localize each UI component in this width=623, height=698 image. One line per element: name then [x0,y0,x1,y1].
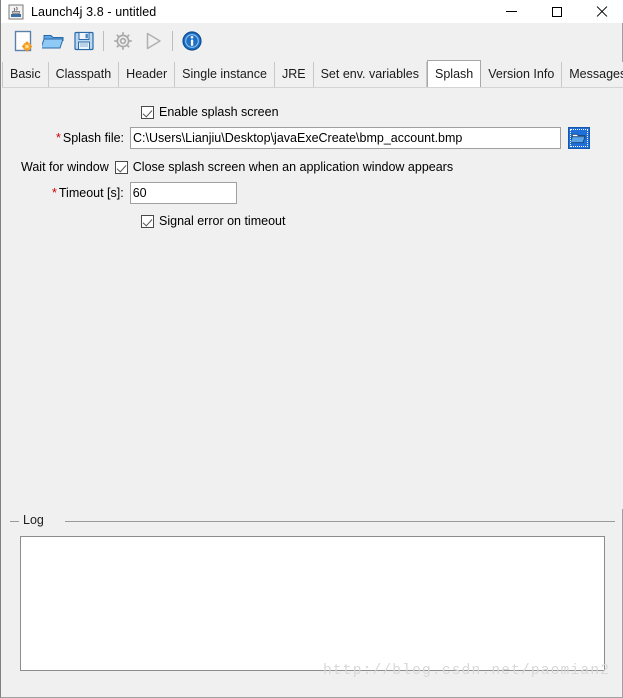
open-folder-icon [42,35,64,49]
signal-error-label: Signal error on timeout [159,214,286,228]
enable-splash-label: Enable splash screen [159,105,279,119]
enable-splash-checkbox[interactable] [141,105,154,119]
build-wrapper-button[interactable] [108,26,138,56]
tab-set-env-variables[interactable]: Set env. variables [313,62,428,87]
open-file-button[interactable] [39,26,69,56]
tab-splash[interactable]: Splash [427,60,482,87]
maximize-icon [551,6,562,17]
maximize-button[interactable] [534,0,579,23]
close-button[interactable] [579,0,623,23]
run-button[interactable] [138,26,168,56]
save-disk-icon [74,31,94,51]
play-triangle-icon [146,32,161,50]
tab-header[interactable]: Header [119,62,176,87]
timeout-input[interactable]: 60 [129,182,237,204]
window-controls [489,0,623,23]
tab-version-info[interactable]: Version Info [481,62,563,87]
timeout-required-marker: * [52,186,57,200]
timeout-row: * Timeout [s]: 60 [52,182,237,204]
log-legend: Log [19,513,48,527]
minimize-button[interactable] [489,0,534,23]
open-folder-icon [571,133,586,144]
save-file-button[interactable] [69,26,99,56]
tab-jre[interactable]: JRE [274,62,314,87]
info-button[interactable] [177,26,207,56]
timeout-label: Timeout [s]: [58,186,124,200]
tab-messages[interactable]: Messages [562,62,623,87]
title-bar: Launch4j 3.8 - untitled [1,0,623,23]
close-icon [596,6,608,18]
splash-file-browse-button[interactable] [568,127,591,149]
tab-single-instance[interactable]: Single instance [175,62,275,87]
log-border-right [65,521,615,522]
launch4j-window: Launch4j 3.8 - untitled Basic Classpath … [0,0,623,698]
wait-for-window-row: Wait for window Close splash screen when… [21,160,453,174]
wait-for-window-checkbox[interactable] [114,160,128,174]
tab-basic[interactable]: Basic [2,62,49,87]
new-file-button[interactable] [9,26,39,56]
splash-file-required-marker: * [56,131,61,145]
splash-file-row: * Splash file: C:\Users\Lianjiu\Desktop\… [56,127,591,149]
enable-splash-row: Enable splash screen [141,105,279,119]
log-textarea[interactable] [20,536,605,671]
signal-error-row: Signal error on timeout [141,214,285,228]
splash-file-label: Splash file: [62,131,125,145]
wait-for-window-label: Wait for window [21,160,109,174]
toolbar-separator [172,31,173,51]
gear-icon [114,32,132,50]
minimize-icon [506,11,517,12]
new-file-icon [14,30,32,52]
toolbar-separator [103,31,104,51]
tab-classpath[interactable]: Classpath [48,62,120,87]
java-application-icon [8,4,24,20]
tab-bar: Basic Classpath Header Single instance J… [2,60,623,87]
toolbar [2,23,622,59]
log-border-left [10,521,19,522]
splash-file-input[interactable]: C:\Users\Lianjiu\Desktop\javaExeCreate\b… [130,127,562,149]
wait-for-window-checkbox-label: Close splash screen when an application … [132,160,454,174]
log-group: Log [10,513,615,681]
window-title: Launch4j 3.8 - untitled [31,4,157,19]
signal-error-checkbox[interactable] [141,214,154,228]
info-circle-icon [182,31,202,51]
splash-panel: Enable splash screen * Splash file: C:\U… [2,87,623,509]
